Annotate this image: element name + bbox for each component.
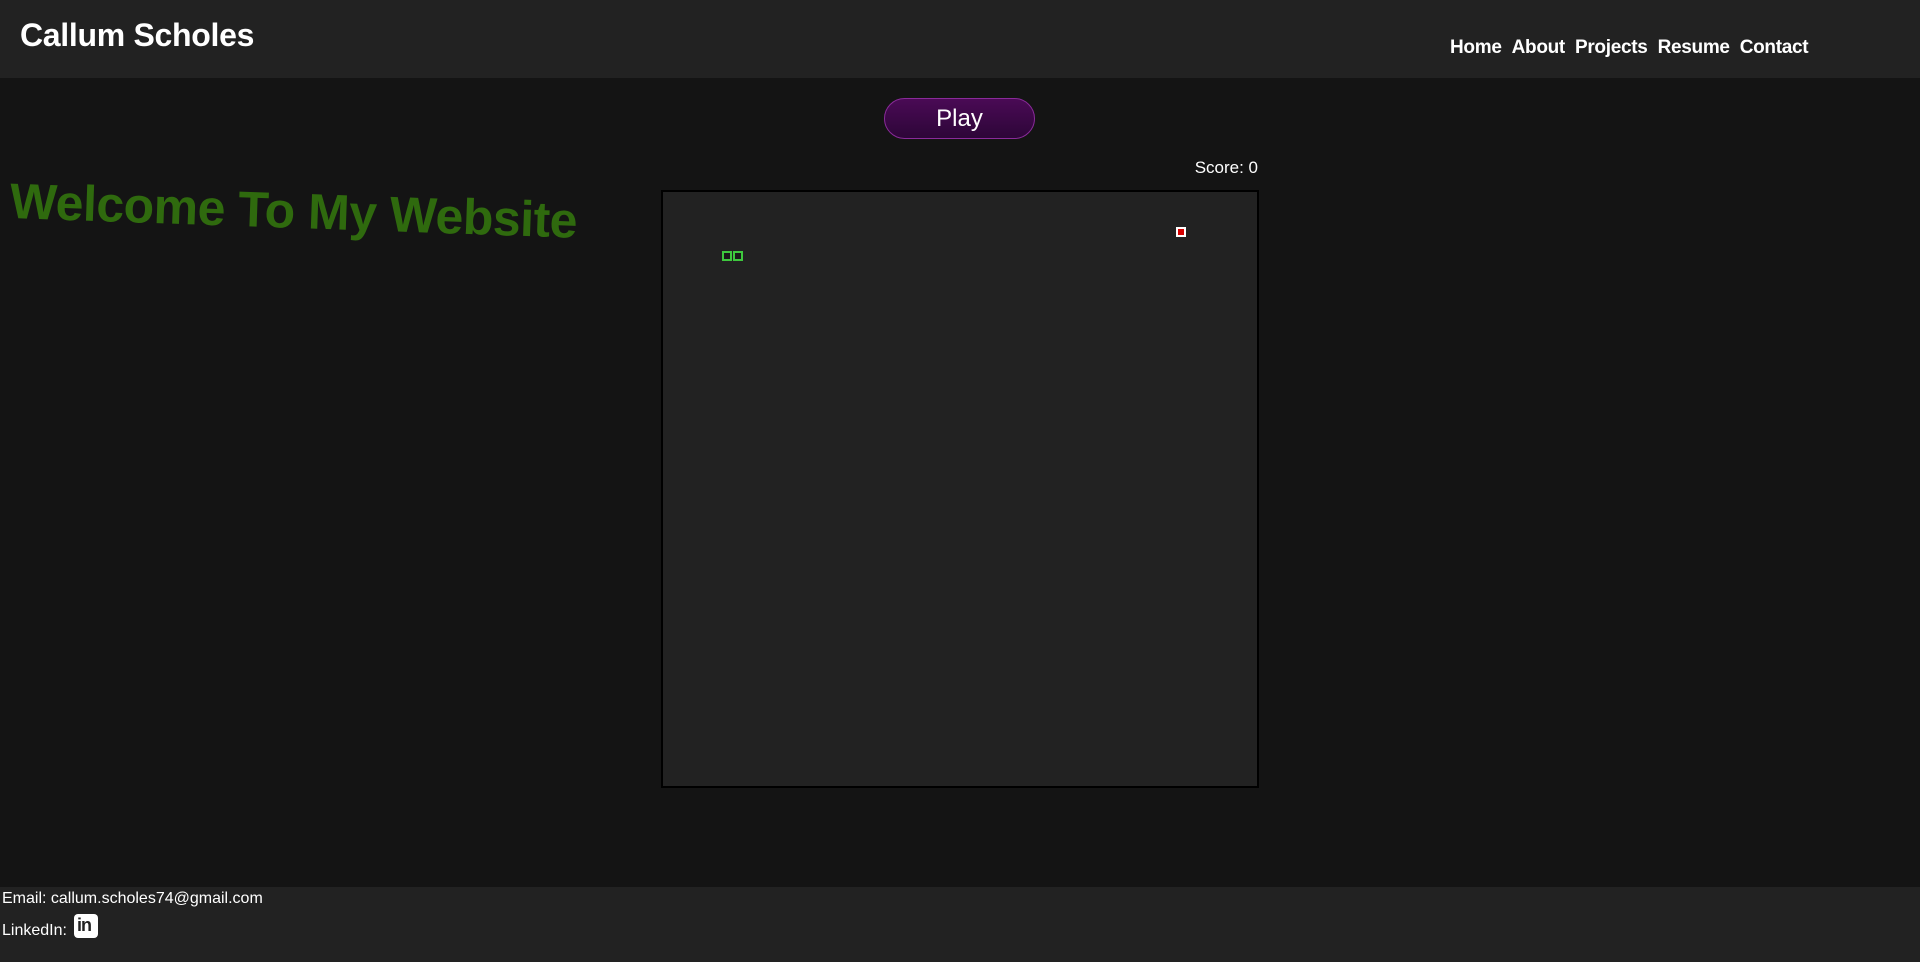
nav-projects-link[interactable]: Projects <box>1575 37 1648 59</box>
nav-about-link[interactable]: About <box>1512 37 1566 59</box>
play-button[interactable]: Play <box>884 98 1035 139</box>
main-nav: Home About Projects Resume Contact <box>1450 37 1809 59</box>
site-title: Callum Scholes <box>20 17 255 53</box>
food-pellet <box>1176 227 1186 237</box>
footer-linkedin: LinkedIn: in <box>2 912 98 940</box>
snake-body-segment <box>722 251 732 261</box>
nav-resume-link[interactable]: Resume <box>1658 37 1730 59</box>
snake-game-board[interactable] <box>661 190 1259 788</box>
site-footer: Email: callum.scholes74@gmail.com Linked… <box>0 887 1920 962</box>
linkedin-label: LinkedIn: <box>2 922 67 939</box>
site-header: Callum Scholes Home About Projects Resum… <box>0 0 1920 78</box>
nav-home-link[interactable]: Home <box>1450 37 1502 59</box>
welcome-heading: Welcome To My Website <box>9 173 579 249</box>
score-display: Score: 0 <box>1194 158 1258 177</box>
linkedin-icon-glyph: in <box>76 915 92 935</box>
linkedin-icon[interactable]: in <box>73 914 98 938</box>
footer-email: Email: callum.scholes74@gmail.com <box>2 890 263 907</box>
nav-contact-link[interactable]: Contact <box>1740 37 1809 59</box>
snake-head-segment <box>733 251 743 261</box>
